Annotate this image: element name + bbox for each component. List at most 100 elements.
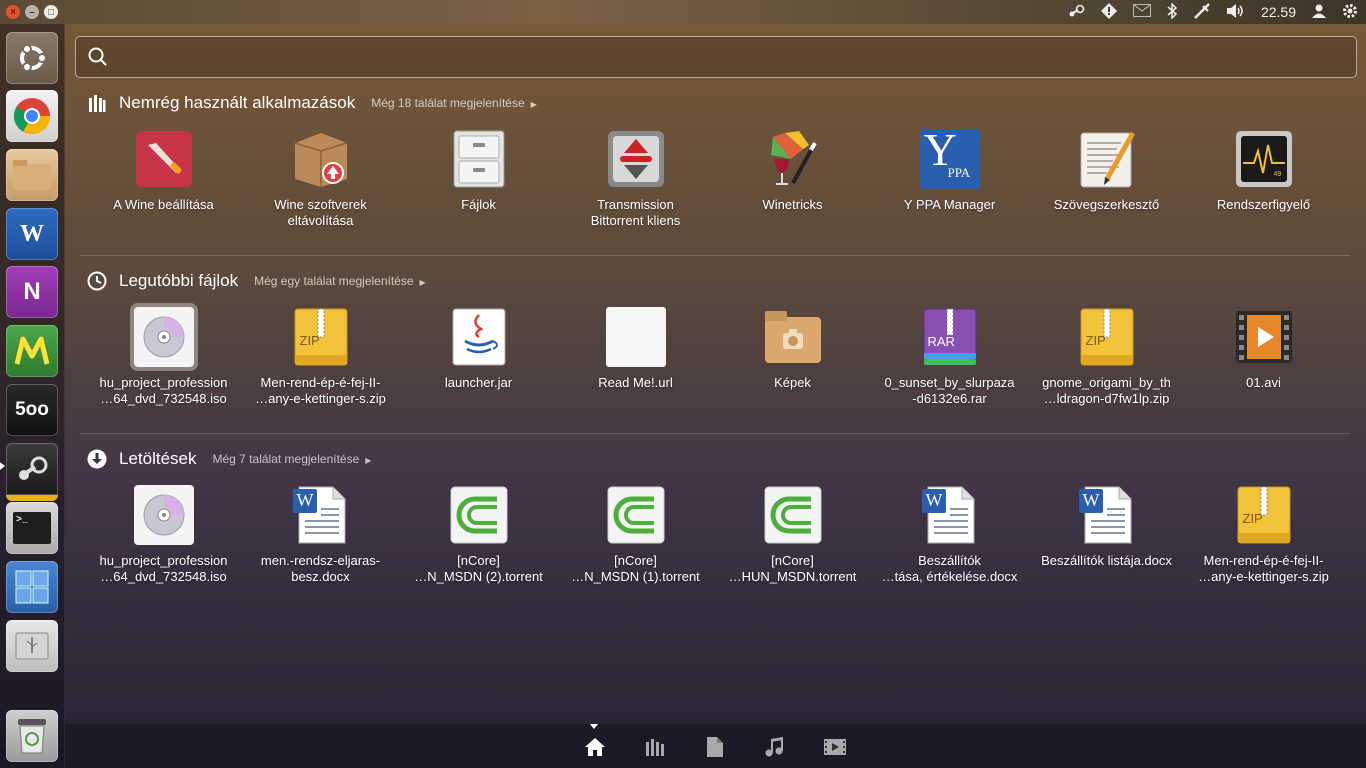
file-item[interactable]: [nCore] …N_MSDN (2).torrent (400, 485, 557, 585)
show-more-link[interactable]: Még egy találat megjelenítése ▶ (254, 274, 426, 288)
applications-lens-button[interactable] (642, 734, 668, 760)
trash-launcher-item[interactable] (6, 710, 58, 762)
settings-gear-icon[interactable] (1342, 3, 1358, 22)
terminal-icon: >_ (16, 515, 29, 526)
app-item[interactable]: Y PPA Y PPA Manager (871, 124, 1028, 213)
file-item[interactable]: RAR 0_sunset_by_slurpaza -d6132e6.rar (871, 307, 1028, 407)
section-header[interactable]: Legutóbbi fájlok Még egy találat megjele… (80, 269, 426, 293)
transmission-icon (606, 129, 666, 189)
section-header[interactable]: Nemrég használt alkalmazások Még 18 talá… (80, 91, 537, 115)
file-item[interactable]: Read Me!.url (557, 307, 714, 391)
onenote-launcher-item[interactable]: N (6, 266, 58, 318)
file-item[interactable]: 01.avi (1185, 307, 1342, 391)
app-item[interactable]: Wine szoftverek eltávolítása (242, 129, 399, 229)
applications-icon (86, 92, 108, 114)
file-item[interactable]: ZIP Men-rend-ép-é-fej-II- …any-e-kettinge… (242, 307, 399, 407)
item-label-line1: Rendszerfigyelő (1216, 197, 1311, 212)
folder-item[interactable]: Képek (714, 307, 871, 391)
active-indicator (0, 462, 5, 470)
file-item[interactable]: [nCore] …N_MSDN (1).torrent (557, 485, 714, 585)
app-item[interactable]: 49 Rendszerfigyelő (1185, 129, 1342, 213)
search-input[interactable] (116, 41, 1340, 73)
item-label-line1: 0_sunset_by_slurpaza (884, 375, 1015, 390)
dash-home-button[interactable] (6, 32, 58, 84)
item-label-line1: Fájlok (461, 197, 496, 212)
app-item[interactable]: Winetricks (714, 129, 871, 213)
window-close-button[interactable]: × (6, 5, 20, 19)
file-item[interactable]: ZIP Men-rend-ép-é-fej-II- …any-e-kettinge… (1185, 485, 1342, 585)
file-item[interactable]: ZIP gnome_origami_by_th …ldragon-d7fw1lp.… (1028, 307, 1185, 407)
item-label-line1: hu_project_profession (99, 375, 228, 390)
music-lens-button[interactable] (762, 734, 788, 760)
steam-indicator-icon[interactable] (1067, 4, 1085, 21)
app-item[interactable]: Transmission Bittorrent kliens (557, 129, 714, 229)
user-indicator-icon[interactable] (1312, 4, 1326, 21)
steam-launcher-item[interactable] (6, 443, 58, 501)
video-icon (824, 739, 846, 755)
item-label-line1: Men-rend-ép-é-fej-II- (1203, 553, 1324, 568)
wine-config-icon (134, 129, 194, 189)
word-launcher-item[interactable]: W (6, 208, 58, 260)
mail-indicator-icon[interactable] (1132, 4, 1151, 20)
item-label-line1: Men-rend-ép-é-fej-II- (260, 375, 381, 390)
folder-icon (13, 160, 51, 190)
workspace-switcher-item[interactable] (6, 561, 58, 613)
item-label-line2: …any-e-kettinger-s.zip (255, 391, 386, 406)
item-label-line1: Winetricks (762, 197, 823, 212)
network-indicator-icon[interactable] (1193, 2, 1211, 22)
rar-archive-icon: RAR (920, 307, 980, 367)
chrome-launcher-item[interactable] (6, 90, 58, 142)
video-lens-button[interactable] (822, 734, 848, 760)
app-item[interactable]: Fájlok (400, 129, 557, 213)
volume-indicator-icon[interactable] (1226, 3, 1245, 21)
item-label-line2: …tása, értékelése.docx (881, 569, 1018, 584)
blank-document-icon (605, 307, 666, 367)
files-launcher-item[interactable] (6, 149, 58, 201)
usb-drive-launcher-item[interactable] (6, 620, 58, 672)
file-item[interactable]: W Beszállítók listája.docx (1028, 485, 1185, 569)
item-label-line2: …64_dvd_732548.iso (100, 569, 227, 584)
500px-launcher-item[interactable]: 5oo (6, 384, 58, 436)
file-item[interactable]: W Beszállítók …tása, értékelése.docx (871, 485, 1028, 585)
word-document-icon: W (1077, 485, 1137, 545)
terminal-launcher-item[interactable]: >_ (6, 502, 58, 554)
update-indicator-icon[interactable] (1100, 2, 1117, 22)
section-title: Nemrég használt alkalmazások (119, 93, 356, 112)
usb-drive-icon (15, 632, 49, 660)
app-item[interactable]: A Wine beállítása (85, 129, 242, 213)
files-lens-button[interactable] (702, 734, 728, 760)
section-divider (80, 255, 1350, 256)
file-item[interactable]: hu_project_profession …64_dvd_732548.iso (85, 307, 242, 407)
item-label-line1: A Wine beállítása (113, 197, 214, 212)
item-label-line1: Képek (774, 375, 811, 390)
file-icon (707, 737, 723, 757)
show-more-link[interactable]: Még 18 találat megjelenítése ▶ (371, 96, 537, 110)
show-more-link[interactable]: Még 7 találat megjelenítése ▶ (213, 452, 372, 466)
section-header[interactable]: Letöltések Még 7 találat megjelenítése ▶ (80, 447, 371, 471)
file-item[interactable]: hu_project_profession …64_dvd_732548.iso (85, 485, 242, 585)
torrent-file-icon (606, 485, 666, 545)
workspaces-icon (15, 570, 49, 604)
section-title: Legutóbbi fájlok (119, 271, 239, 290)
onenote-icon: N (23, 278, 41, 305)
y-ppa-manager-icon: Y PPA (919, 124, 980, 189)
section-title: Letöltések (119, 449, 197, 468)
section-recent-apps: Nemrég használt alkalmazások Még 18 talá… (80, 91, 1350, 256)
file-item[interactable]: W men.-rendsz-eljaras-besz.docx (242, 485, 399, 585)
bluetooth-indicator-icon[interactable] (1167, 1, 1178, 22)
file-item[interactable]: launcher.jar (400, 307, 557, 391)
item-label-line1: Beszállítók (918, 553, 981, 568)
zip-archive-icon: ZIP (1077, 307, 1137, 367)
clock[interactable]: 22.59 (1261, 4, 1296, 20)
file-item[interactable]: [nCore] …HUN_MSDN.torrent (714, 485, 871, 585)
section-divider (80, 433, 1350, 434)
window-maximize-button[interactable]: □ (44, 5, 58, 19)
home-lens-button[interactable] (582, 734, 608, 760)
zip-archive-icon: ZIP (1234, 485, 1294, 545)
metro-launcher-item[interactable] (6, 325, 58, 377)
trash-icon (18, 719, 46, 754)
app-item[interactable]: Szövegszerkesztő (1028, 129, 1185, 213)
window-minimize-button[interactable]: – (25, 5, 39, 19)
item-label-line2: …ldragon-d7fw1lp.zip (1043, 391, 1170, 406)
search-box[interactable] (75, 36, 1357, 78)
